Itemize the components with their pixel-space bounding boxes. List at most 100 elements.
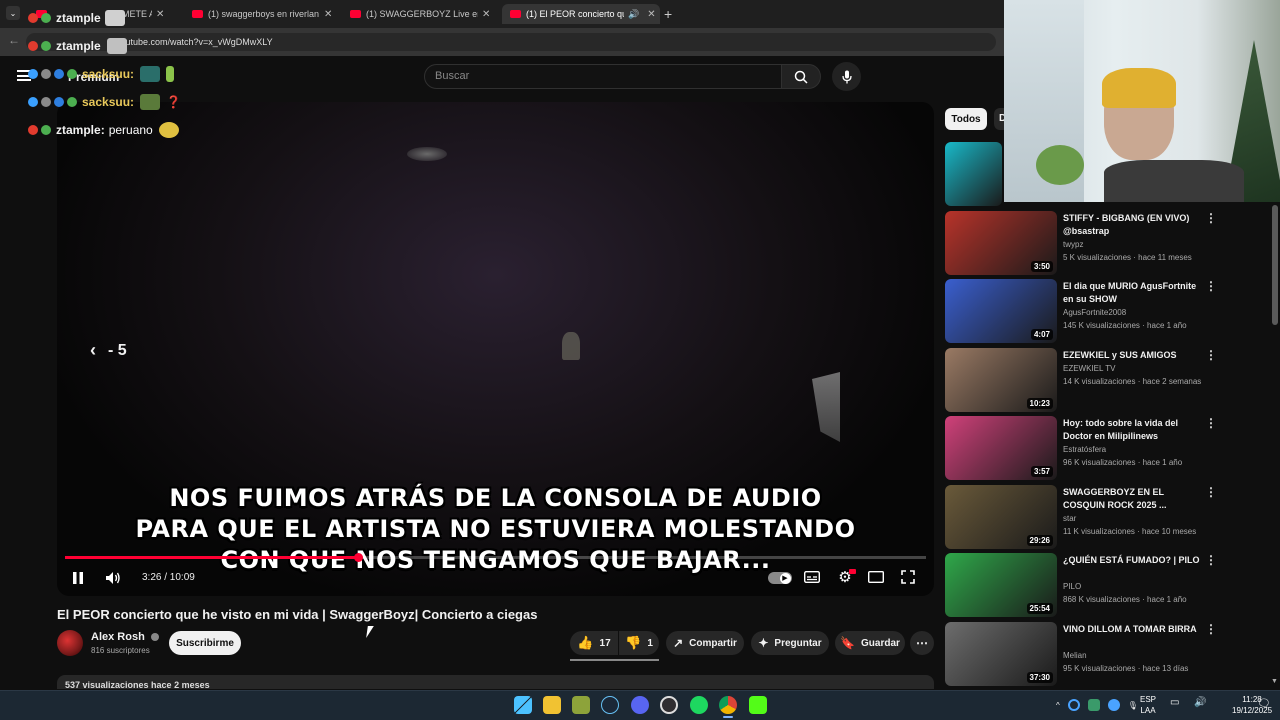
recommendation-meta: 95 K visualizaciones · hace 13 días <box>1063 664 1189 673</box>
more-options-icon[interactable]: ⋮ <box>1205 416 1217 430</box>
verified-icon <box>150 633 159 642</box>
recommendation-title[interactable]: STIFFY - BIGBANG (EN VIVO) @bsastrap <box>1063 212 1203 238</box>
more-options-icon[interactable]: ⋮ <box>1205 553 1217 567</box>
recommendation-item[interactable]: 4:07 El dia que MURIO AgusFortnite en su … <box>945 279 1265 343</box>
like-button[interactable]: 👍 17 <box>570 631 618 655</box>
save-button[interactable]: 🔖 Guardar <box>835 631 905 655</box>
ask-button[interactable]: ✦ Preguntar <box>751 631 829 655</box>
recommendation-item[interactable]: 37:30 VINO DILLOM A TOMAR BIRRA Melian 95 K… <box>945 622 1265 686</box>
close-tab-icon[interactable]: ✕ <box>324 9 332 20</box>
autoplay-toggle[interactable]: ▶ <box>768 572 792 584</box>
spotify-icon[interactable] <box>690 696 708 714</box>
pause-button[interactable] <box>70 570 86 586</box>
scroll-down-arrow-icon[interactable]: ▼ <box>1271 678 1278 685</box>
more-options-icon[interactable]: ⋮ <box>1205 622 1217 636</box>
more-options-icon[interactable]: ⋮ <box>1205 348 1217 362</box>
search-input[interactable]: Buscar <box>424 64 782 89</box>
search-button[interactable] <box>781 64 821 89</box>
steam-icon[interactable] <box>601 696 619 714</box>
recommendation-item[interactable]: 3:57 Hoy: todo sobre la vida del Doctor e… <box>945 416 1265 480</box>
progress-bar-played <box>65 556 358 559</box>
video-thumbnail[interactable]: 37:30 <box>945 622 1057 686</box>
close-tab-icon[interactable]: ✕ <box>482 9 490 20</box>
tab-4-active[interactable]: (1) El PEOR concierto que h 🔊 ✕ <box>502 4 660 24</box>
more-options-icon[interactable]: ⋮ <box>1205 485 1217 499</box>
new-tab-button[interactable]: + <box>664 6 672 22</box>
more-actions-button[interactable]: ⋯ <box>910 631 934 655</box>
shield-icon[interactable] <box>1087 699 1100 711</box>
recommendation-title[interactable]: El dia que MURIO AgusFortnite en su SHOW <box>1063 280 1203 306</box>
tab-list-button[interactable]: ⌄ <box>6 6 20 20</box>
voice-search-button[interactable] <box>832 62 861 91</box>
bookmark-icon: 🔖 <box>840 636 856 650</box>
notepad-app-icon[interactable] <box>572 696 590 714</box>
kick-icon[interactable] <box>749 696 767 714</box>
video-thumbnail[interactable]: 3:57 <box>945 416 1057 480</box>
volume-button[interactable] <box>104 570 122 586</box>
tab-label: (1) SWAGGERBOYZ Live en Rive <box>366 9 478 19</box>
recommendation-title[interactable]: VINO DILLOM A TOMAR BIRRA <box>1063 623 1203 636</box>
recommendation-item[interactable]: 29:26 SWAGGERBOYZ EN EL COSQUIN ROCK 2025… <box>945 485 1265 549</box>
recommendation-title[interactable]: ¿QUIÉN ESTÁ FUMADO? | PILO <box>1063 554 1203 567</box>
channel-name[interactable]: Alex Rosh <box>91 631 159 643</box>
recommendation-title[interactable]: SWAGGERBOYZ EN EL COSQUIN ROCK 2025 ... <box>1063 486 1203 512</box>
recommendation-channel[interactable]: Melian <box>1063 651 1087 660</box>
duration-badge: 10:23 <box>1026 398 1053 409</box>
video-thumbnail[interactable]: 29:26 <box>945 485 1057 549</box>
recommendation-item[interactable]: 25:54 ¿QUIÉN ESTÁ FUMADO? | PILO PILO 868 K… <box>945 553 1265 617</box>
sync-icon[interactable] <box>1067 699 1080 711</box>
discord-icon[interactable] <box>631 696 649 714</box>
recommendation-item[interactable]: 10:23 EZEWKIEL y SUS AMIGOS EZEWKIEL TV 14 … <box>945 348 1265 412</box>
obs-icon[interactable] <box>660 696 678 714</box>
channel-avatar[interactable] <box>57 630 83 656</box>
chevron-up-icon[interactable]: ^ <box>1056 701 1060 710</box>
subtitle-line: para que el artista no estuviera molesta… <box>135 515 856 543</box>
duration-badge: 3:50 <box>1030 261 1053 272</box>
progress-scrubber-handle[interactable] <box>353 553 363 562</box>
recommendation-channel[interactable]: AgusFortnite2008 <box>1063 308 1126 317</box>
more-options-icon[interactable]: ⋮ <box>1205 211 1217 225</box>
description-box[interactable]: 537 visualizaciones hace 2 meses <box>57 675 934 690</box>
recommendation-title[interactable]: EZEWKIEL y SUS AMIGOS <box>1063 349 1203 362</box>
video-thumbnail[interactable]: 3:50 <box>945 211 1057 275</box>
notifications-icon[interactable]: 🗨 <box>1257 697 1271 710</box>
subtitle-line: Nos fuimos atrás de la consola de audio <box>169 484 822 512</box>
dislike-button[interactable]: 👎 1 <box>619 631 659 655</box>
tab-3[interactable]: (1) SWAGGERBOYZ Live en Rive ✕ <box>342 4 497 24</box>
back-arrow-icon[interactable]: ← <box>8 33 20 47</box>
fullscreen-button[interactable] <box>900 570 916 584</box>
video-thumbnail[interactable]: 25:54 <box>945 553 1057 617</box>
duration-badge: 3:57 <box>1030 466 1053 477</box>
like-count: 17 <box>599 637 611 649</box>
microphone-tray-icon[interactable]: 🎙 <box>1128 701 1138 710</box>
chrome-icon[interactable] <box>719 696 737 714</box>
video-thumbnail[interactable]: 4:07 <box>945 279 1057 343</box>
wifi-volume-battery-icons[interactable]: ▭ 🔊 <box>1170 697 1213 708</box>
webcam-person-beanie <box>1102 68 1176 108</box>
video-thumbnail[interactable] <box>945 142 1002 206</box>
file-explorer-icon[interactable] <box>543 696 561 714</box>
more-options-icon[interactable]: ⋮ <box>1205 279 1217 293</box>
recommendation-title[interactable]: Hoy: todo sobre la vida del Doctor en Mi… <box>1063 417 1203 443</box>
settings-button[interactable]: ⚙ <box>836 568 856 586</box>
recommendation-channel[interactable]: twypz <box>1063 240 1083 249</box>
subscribe-button[interactable]: Suscribirme <box>169 631 241 655</box>
network-icon[interactable] <box>1107 699 1120 711</box>
captions-button[interactable] <box>804 570 820 584</box>
sidebar-scrollbar[interactable] <box>1272 205 1278 325</box>
share-button[interactable]: ↗ Compartir <box>666 631 744 655</box>
recommendation-channel[interactable]: PILO <box>1063 582 1081 591</box>
chip-todos[interactable]: Todos <box>945 108 987 130</box>
close-tab-icon[interactable]: ✕ <box>647 9 655 20</box>
theater-mode-button[interactable] <box>868 570 884 584</box>
speaker-icon[interactable]: 🔊 <box>628 9 639 20</box>
recommendation-channel[interactable]: Estratósfera <box>1063 445 1106 454</box>
windows-start-icon[interactable] <box>514 696 532 714</box>
streamer-webcam <box>1004 0 1280 202</box>
language-indicator[interactable]: ESP LAA <box>1140 694 1156 716</box>
video-thumbnail[interactable]: 10:23 <box>945 348 1057 412</box>
recommendation-channel[interactable]: EZEWKIEL TV <box>1063 364 1115 373</box>
ask-label: Preguntar <box>774 637 822 649</box>
recommendation-item[interactable]: 3:50 STIFFY - BIGBANG (EN VIVO) @bsastrap… <box>945 211 1265 275</box>
recommendation-channel[interactable]: star <box>1063 514 1076 523</box>
